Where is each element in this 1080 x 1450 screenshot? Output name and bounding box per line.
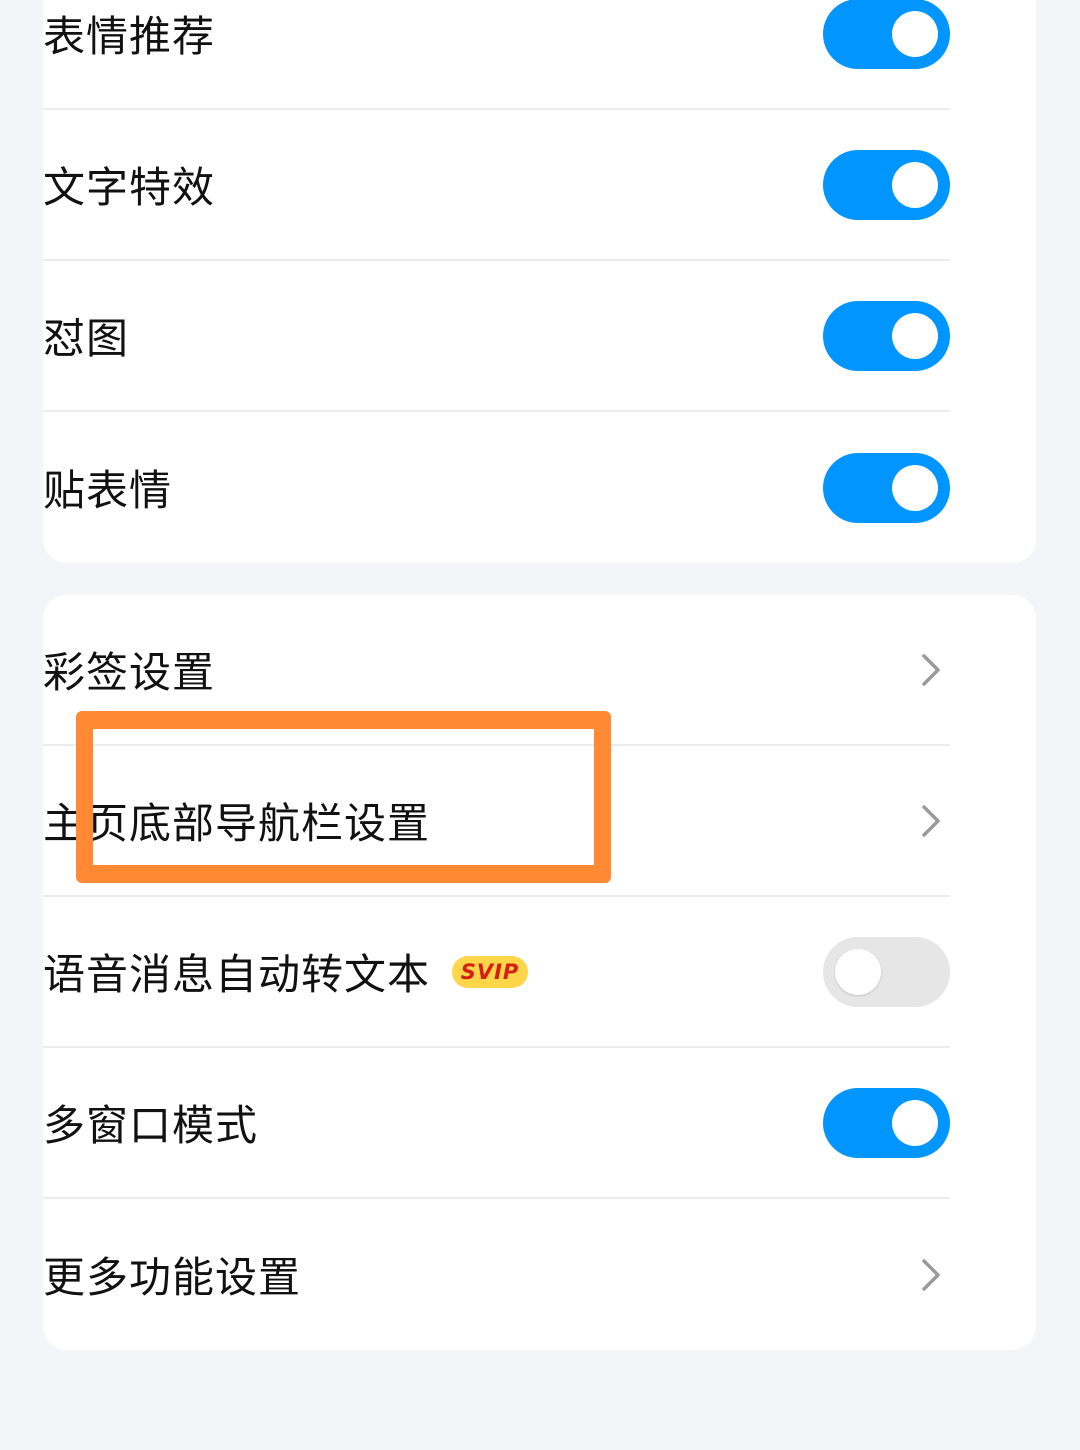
setting-label: 主页底部导航栏设置 [43,799,431,848]
chevron-right-icon [922,804,940,837]
toggle-knob [835,948,881,995]
setting-label: 语音消息自动转文本 [43,950,431,999]
setting-row-bottom-nav[interactable]: 主页底部导航栏设置 [43,746,950,897]
setting-row-voice-to-text[interactable]: 语音消息自动转文本 SVIP [43,897,950,1048]
setting-label: 怼图 [43,314,130,363]
voice-to-text-toggle[interactable] [823,936,950,1007]
toggle-knob [892,1099,938,1146]
setting-row-text-effects[interactable]: 文字特效 [43,110,950,261]
chevron-right-icon [922,1258,940,1291]
setting-label: 彩签设置 [43,648,216,697]
setting-label-with-badge: 语音消息自动转文本 SVIP [43,941,529,1002]
setting-label: 更多功能设置 [43,1253,302,1302]
setting-label: 贴表情 [43,466,173,515]
setting-row-multi-window[interactable]: 多窗口模式 [43,1048,950,1199]
setting-row-paste-sticker[interactable]: 贴表情 [43,412,950,563]
toggle-knob [892,10,938,57]
text-effects-toggle[interactable] [823,149,950,220]
sticker-reply-toggle[interactable] [823,300,950,371]
toggle-knob [892,312,938,359]
setting-label: 多窗口模式 [43,1101,259,1150]
setting-label: 文字特效 [43,163,216,212]
setting-label: 表情推荐 [43,12,216,61]
setting-row-emoji-recommend[interactable]: 表情推荐 [43,0,950,110]
paste-sticker-toggle[interactable] [823,452,950,523]
emoji-recommend-toggle[interactable] [823,0,950,69]
chevron-right-icon [922,653,940,686]
setting-row-color-tag[interactable]: 彩签设置 [43,595,950,746]
toggle-knob [892,464,938,511]
setting-row-more-features[interactable]: 更多功能设置 [43,1199,950,1350]
toggle-knob [892,161,938,208]
multi-window-toggle[interactable] [823,1087,950,1158]
svip-badge: SVIP [452,955,529,988]
setting-row-sticker-reply[interactable]: 怼图 [43,261,950,412]
